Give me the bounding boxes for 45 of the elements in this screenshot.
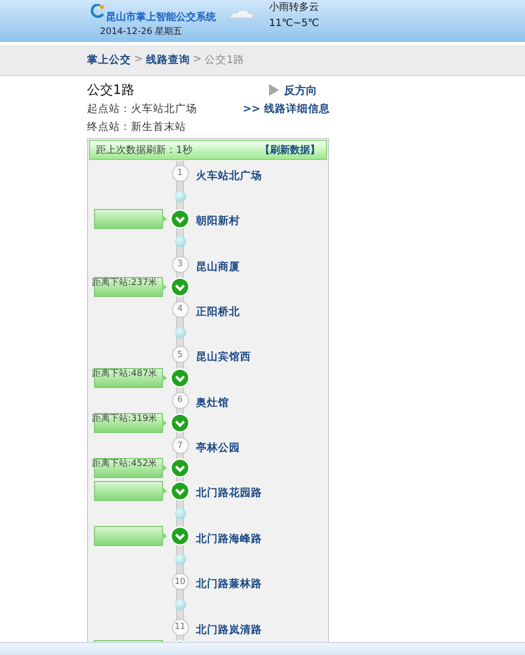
station-link[interactable]: 昆山商厦 bbox=[196, 260, 240, 273]
bus-icon bbox=[170, 208, 190, 229]
stop-number: 11 bbox=[172, 618, 188, 636]
cloud-icon bbox=[229, 8, 255, 20]
logo-icon bbox=[90, 4, 106, 18]
station-link[interactable]: 北门路蒹林路 bbox=[196, 578, 262, 590]
stop-number: 3 bbox=[172, 256, 188, 273]
start-station-text: 起点站：火车站北广场 bbox=[87, 102, 197, 117]
play-icon bbox=[268, 84, 280, 96]
route-detail-link[interactable]: >> 线路详细信息 bbox=[242, 102, 330, 120]
station-link[interactable]: 正阳桥北 bbox=[196, 306, 240, 318]
station-link[interactable]: 奥灶馆 bbox=[196, 396, 229, 409]
breadcrumb-separator: > bbox=[134, 53, 143, 67]
station-link[interactable]: 昆山宾馆西 bbox=[196, 351, 251, 364]
bus-icon bbox=[170, 412, 190, 433]
date-text: 2014-12-26 星期五 bbox=[100, 26, 184, 39]
refresh-elapsed-text: 距上次数据刷新：1秒 bbox=[96, 144, 192, 157]
end-station-text: 终点站：新生首末站 bbox=[87, 121, 186, 133]
bus-icon bbox=[170, 368, 190, 388]
station-link[interactable]: 北门路海峰路 bbox=[196, 532, 262, 545]
stop-number: 6 bbox=[172, 392, 188, 409]
station-link[interactable]: 北门路岚清路 bbox=[196, 624, 262, 636]
temperature-text: 11℃~5℃ bbox=[269, 17, 319, 31]
stop-number: 5 bbox=[172, 346, 188, 364]
refresh-button[interactable]: 【刷新数据】 bbox=[260, 143, 320, 157]
route-title: 公交1路 bbox=[87, 82, 134, 99]
stop-number: 4 bbox=[172, 300, 188, 318]
station-link[interactable]: 北门路花园路 bbox=[196, 487, 262, 500]
bus-icon bbox=[170, 526, 190, 546]
bus-icon bbox=[170, 458, 190, 478]
station-link[interactable]: 火车站北广场 bbox=[196, 170, 262, 182]
breadcrumb-separator: > bbox=[192, 53, 202, 67]
breadcrumb-current: 公交1路 bbox=[204, 53, 244, 67]
stop-number: 1 bbox=[172, 164, 188, 182]
site-title: 昆山市掌上智能公交系统 bbox=[106, 11, 216, 25]
stop-number: 7 bbox=[172, 437, 188, 454]
station-link[interactable]: 朝阳新村 bbox=[196, 215, 240, 228]
station-link[interactable]: 亭林公园 bbox=[196, 442, 240, 454]
bus-icon bbox=[170, 480, 190, 501]
breadcrumb-link[interactable]: 线路查询 bbox=[146, 53, 190, 67]
bus-icon bbox=[170, 276, 190, 297]
breadcrumb-link[interactable]: 掌上公交 bbox=[87, 53, 131, 67]
reverse-direction-link[interactable]: 反方向 bbox=[268, 82, 317, 98]
weather-text: 小雨转多云 bbox=[269, 0, 319, 15]
stop-number: 10 bbox=[172, 573, 188, 590]
